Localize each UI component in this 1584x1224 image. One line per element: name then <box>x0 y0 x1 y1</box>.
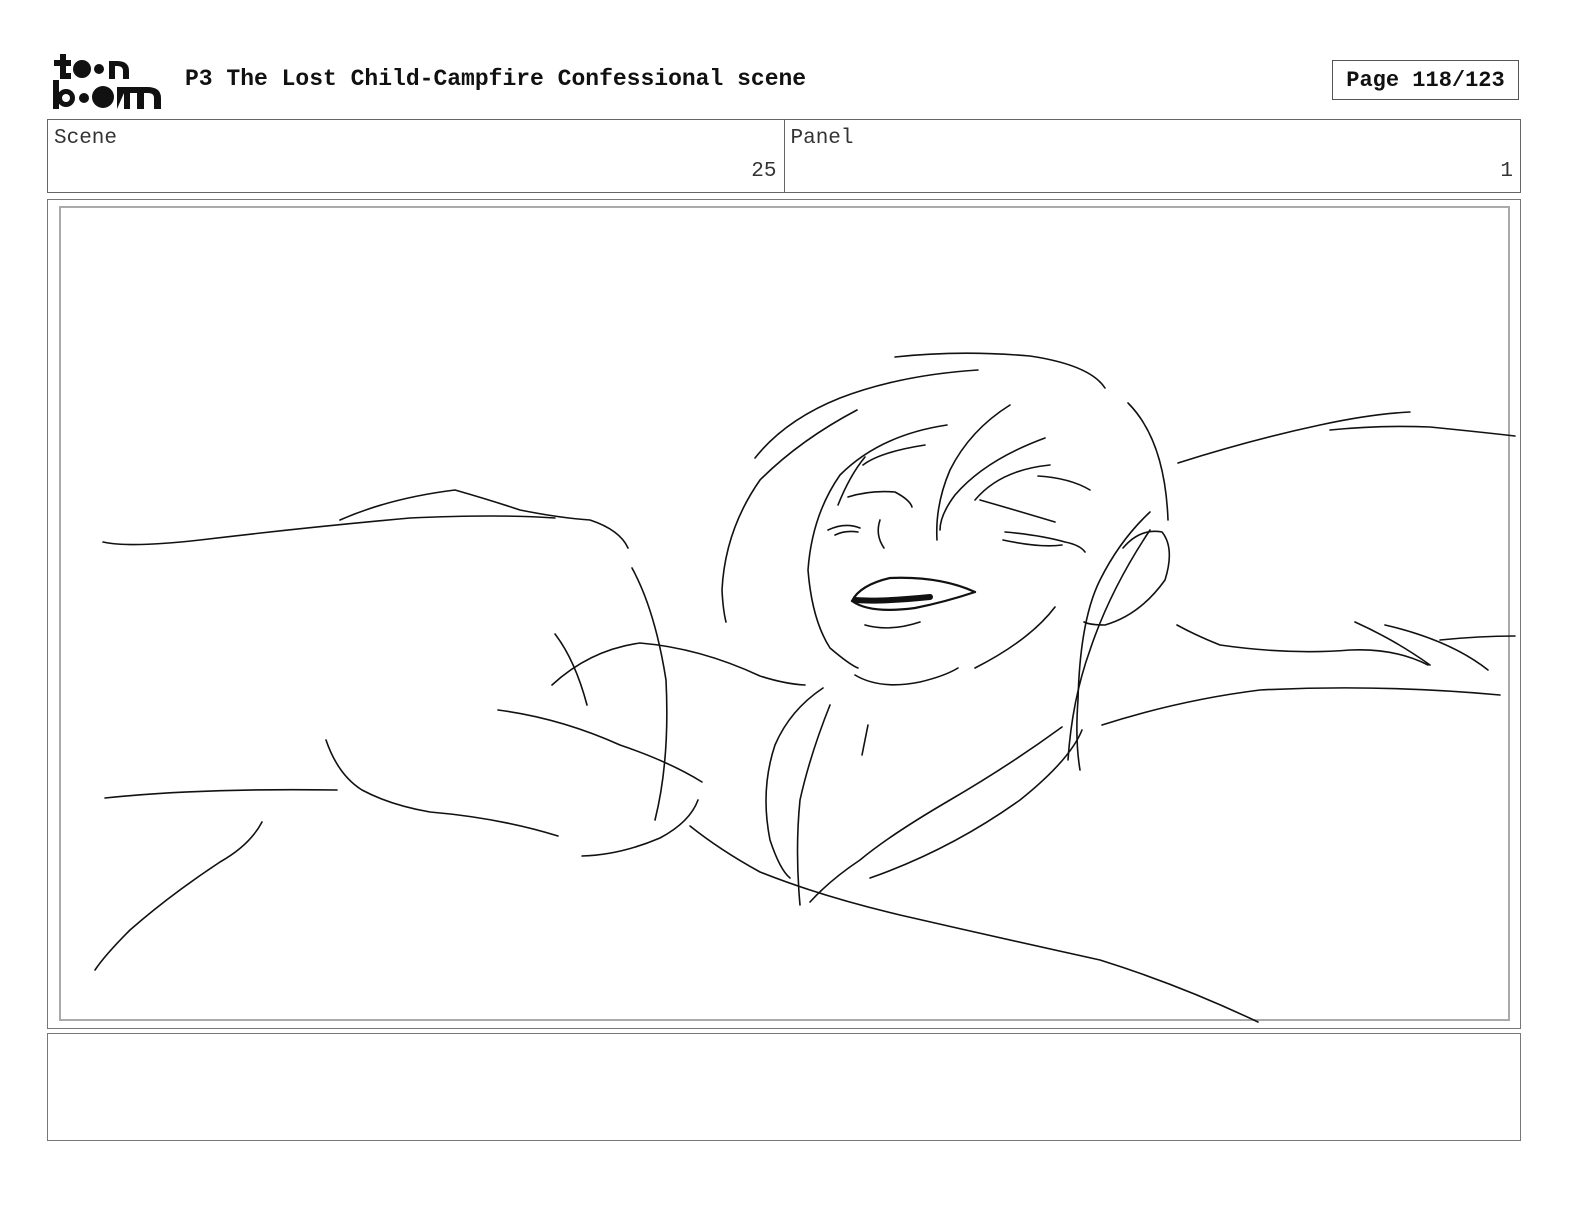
storyboard-sketch <box>94 352 1516 1023</box>
page-number: Page 118/123 <box>1332 60 1519 100</box>
scene-cell: Scene 25 <box>48 120 784 192</box>
toon-boom-logo <box>53 54 161 109</box>
scene-value: 25 <box>751 160 777 183</box>
scene-panel-info: Scene 25 Panel 1 <box>47 119 1521 193</box>
scene-label: Scene <box>54 127 118 150</box>
panel-notes-box <box>47 1033 1521 1141</box>
document-title: P3 The Lost Child-Campfire Confessional … <box>185 66 807 92</box>
panel-label: Panel <box>790 127 854 150</box>
panel-value: 1 <box>1500 160 1513 183</box>
panel-cell: Panel 1 <box>783 120 1521 192</box>
